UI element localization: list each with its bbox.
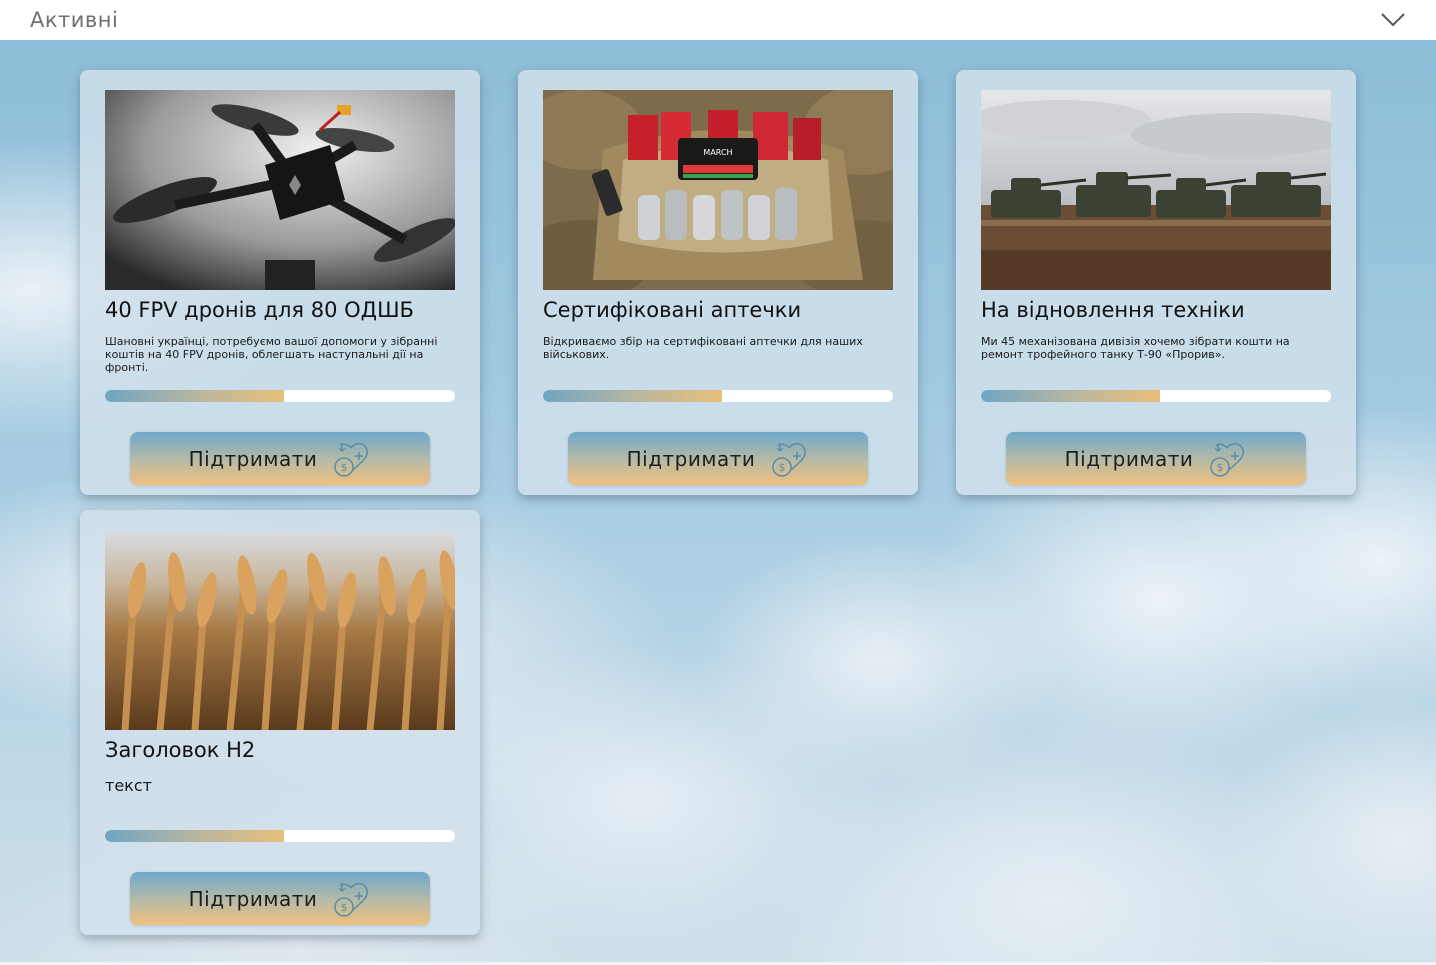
- progress-bar: [543, 390, 893, 402]
- support-button[interactable]: Підтримати $: [1006, 432, 1306, 485]
- fpv-drone-photo: [105, 90, 455, 290]
- card-description: Ми 45 механізована дивізія хочемо зібрат…: [981, 335, 1290, 361]
- fundraiser-card: Заголовок H2 текст Підтримати $: [80, 510, 480, 935]
- support-button-label: Підтримати: [626, 446, 756, 471]
- section-header[interactable]: Активні: [0, 0, 1436, 40]
- support-button-label: Підтримати: [188, 886, 318, 911]
- support-button[interactable]: Підтримати $: [130, 872, 430, 925]
- section-title: Активні: [30, 8, 119, 32]
- card-title: На відновлення техніки: [981, 298, 1245, 322]
- donate-heart-icon: $: [1210, 442, 1245, 477]
- fundraiser-card: MARCH Сертифіковані аптечки Відкриваємо …: [518, 70, 918, 495]
- support-button[interactable]: Підтримати $: [130, 432, 430, 485]
- donate-heart-icon: $: [334, 442, 369, 477]
- wheat-field-photo: [105, 530, 455, 730]
- svg-text:$: $: [1217, 461, 1224, 474]
- support-button-label: Підтримати: [188, 446, 318, 471]
- support-button[interactable]: Підтримати $: [568, 432, 868, 485]
- first-aid-kit-photo: MARCH: [543, 90, 893, 290]
- donate-heart-icon: $: [772, 442, 807, 477]
- donate-heart-icon: $: [334, 882, 369, 917]
- progress-fill: [105, 390, 284, 402]
- card-description: текст: [105, 776, 152, 795]
- support-button-label: Підтримати: [1064, 446, 1194, 471]
- svg-text:$: $: [779, 461, 786, 474]
- progress-bar: [105, 390, 455, 402]
- progress-bar: [105, 830, 455, 842]
- svg-text:MARCH: MARCH: [703, 148, 732, 157]
- progress-bar: [981, 390, 1331, 402]
- card-description: Шановні українці, потребуємо вашої допом…: [105, 335, 438, 374]
- fundraiser-card: На відновлення техніки Ми 45 механізован…: [956, 70, 1356, 495]
- chevron-down-icon[interactable]: [1380, 12, 1406, 28]
- progress-fill: [543, 390, 722, 402]
- card-title: 40 FPV дронів для 80 ОДШБ: [105, 298, 414, 322]
- progress-fill: [981, 390, 1160, 402]
- card-title: Сертифіковані аптечки: [543, 298, 802, 322]
- tanks-field-photo: [981, 90, 1331, 290]
- svg-text:$: $: [341, 901, 348, 914]
- svg-text:$: $: [341, 461, 348, 474]
- card-title: Заголовок H2: [105, 738, 256, 762]
- progress-fill: [105, 830, 284, 842]
- card-description: Відкриваємо збір на сертифіковані аптечк…: [543, 335, 863, 361]
- fundraiser-card: 40 FPV дронів для 80 ОДШБ Шановні україн…: [80, 70, 480, 495]
